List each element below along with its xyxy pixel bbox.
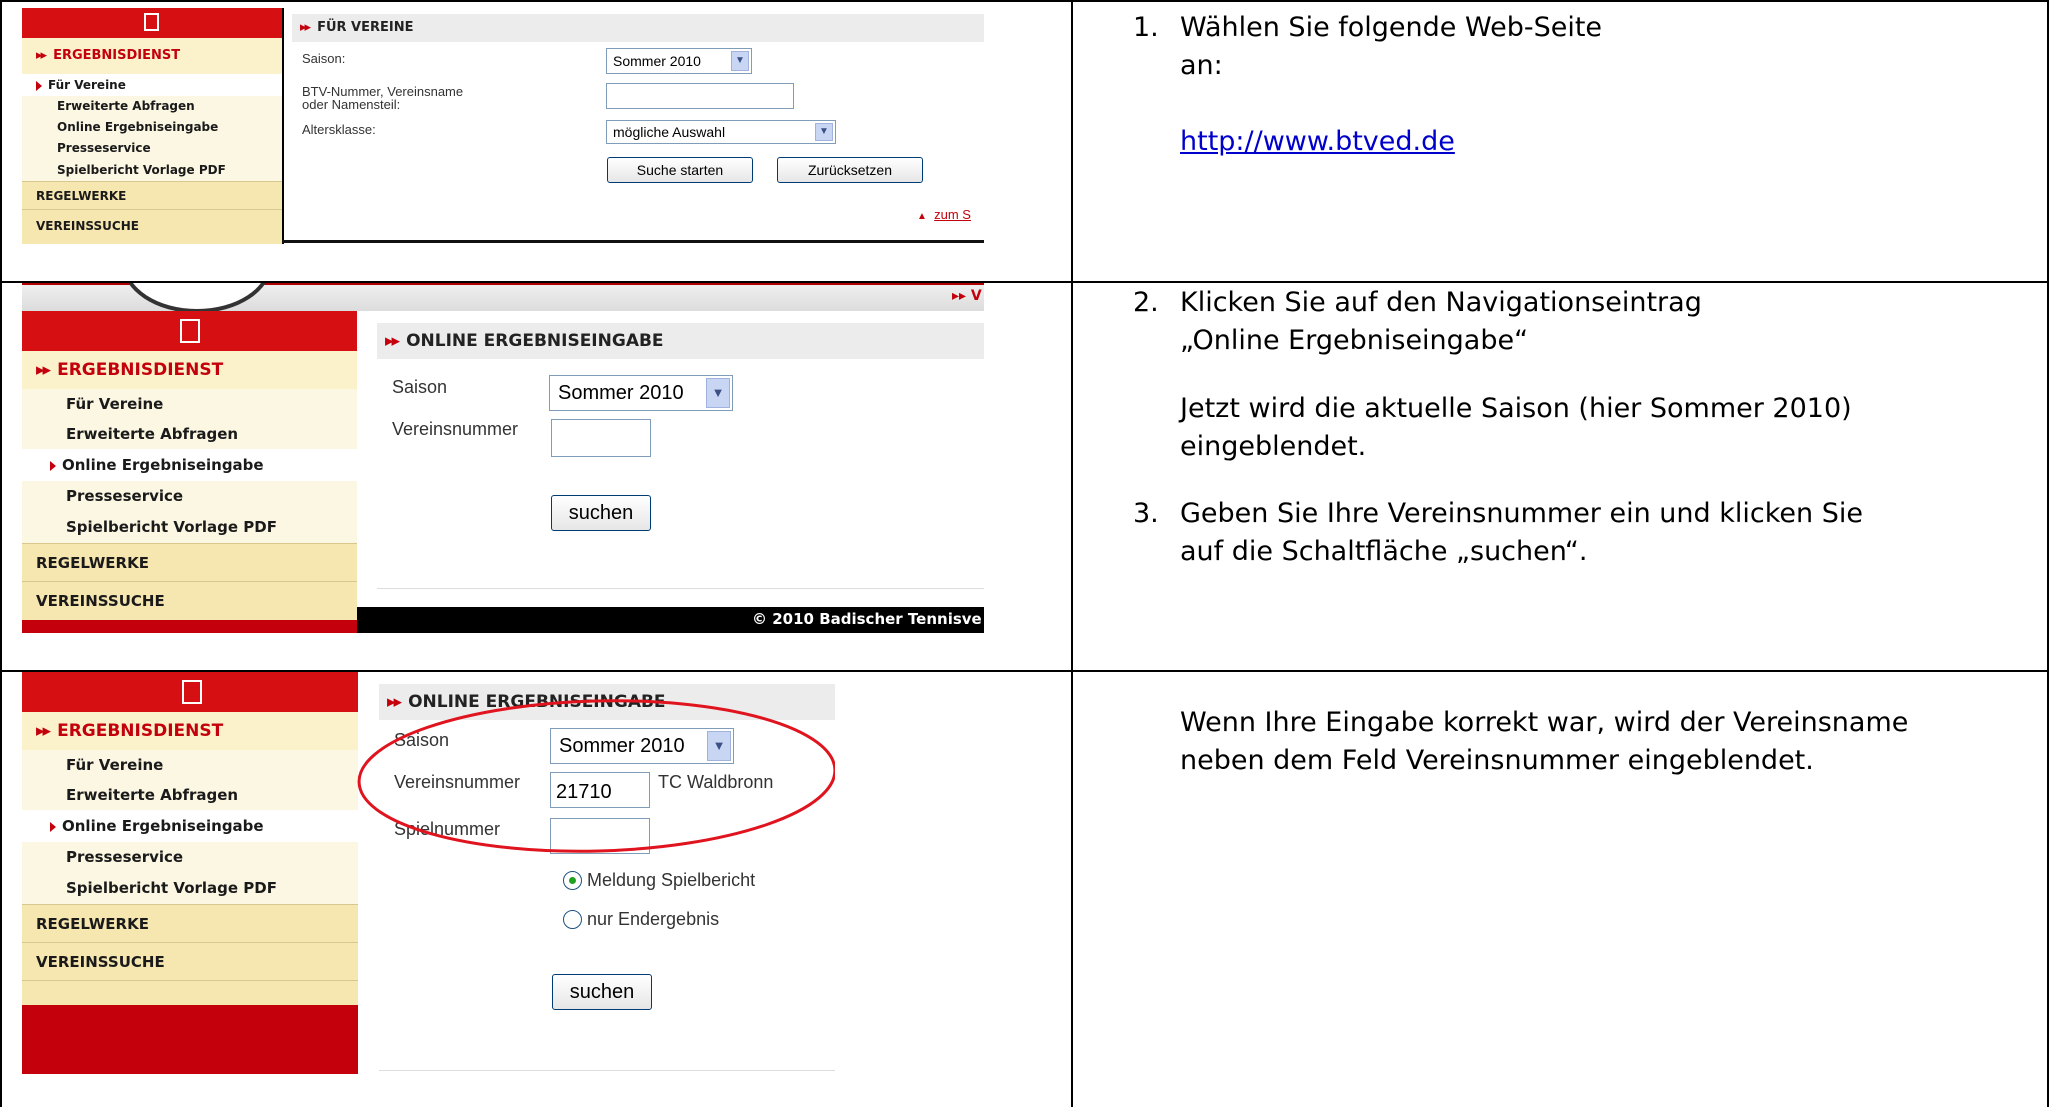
current-arrow-icon	[36, 80, 42, 91]
nav-item-presseservice[interactable]: Presseservice	[22, 481, 357, 511]
double-arrow-icon: ▸▸	[36, 48, 47, 63]
radio-meldung-spielbericht[interactable]	[563, 871, 582, 890]
altersklasse-label: Altersklasse:	[302, 122, 376, 137]
step-2-line1: Klicken Sie auf den Navigationseintrag	[1180, 287, 1702, 318]
print-bar	[22, 311, 357, 351]
btv-search-input[interactable]	[606, 83, 794, 109]
nav-item-spielbericht-vorlage[interactable]: Spielbericht Vorlage PDF	[22, 159, 282, 181]
step-3-line1: Geben Sie Ihre Vereinsnummer ein und kli…	[1180, 498, 1863, 529]
content-frame-left	[282, 8, 284, 244]
nav-item-online-ergebniseingabe[interactable]: Online Ergebniseingabe	[22, 810, 358, 842]
nav-item-online-ergebniseingabe[interactable]: Online Ergebniseingabe	[22, 117, 282, 138]
form-title: ▸▸ FÜR VEREINE	[292, 14, 984, 42]
saison-select[interactable]: Sommer 2010 ▼	[606, 48, 752, 74]
sidebar-nav: ▸▸ ERGEBNISDIENST Für Vereine Erweiterte …	[22, 311, 357, 633]
suchen-button[interactable]: suchen	[552, 974, 652, 1010]
screenshot-online-ergebniseingabe: ▸▸ V ▸▸ ERGEBNISDIENST Für Vereine Erweit…	[22, 283, 984, 633]
step-2-line3: Jetzt wird die aktuelle Saison (hier Som…	[1180, 393, 1852, 424]
nav-item-erweiterte-abfragen[interactable]: Erweiterte Abfragen	[22, 780, 358, 810]
step-1-line2: an:	[1180, 50, 1223, 81]
sidebar-nav: ▸▸ ERGEBNISDIENST Für Vereine Erweiterte …	[22, 8, 282, 244]
nav-header-ergebnisdienst[interactable]: ▸▸ ERGEBNISDIENST	[22, 712, 358, 750]
current-arrow-icon	[50, 460, 56, 471]
step-2: 2. Klicken Sie auf den Navigationseintra…	[1133, 284, 2033, 484]
table-border-left	[0, 0, 2, 1107]
top-right-nav-link[interactable]: ▸▸ V	[952, 288, 982, 304]
nav-section-regelwerke[interactable]: REGELWERKE	[22, 904, 358, 943]
vereinsnummer-input[interactable]	[551, 419, 651, 457]
up-arrow-icon: ▲	[917, 211, 927, 222]
nav-item-fuer-vereine[interactable]: Für Vereine	[22, 389, 357, 419]
print-bar	[22, 8, 282, 38]
radio-meldung-label: Meldung Spielbericht	[587, 870, 756, 890]
table-border-top	[0, 0, 2049, 2]
step-4-line1: Wenn Ihre Eingabe korrekt war, wird der …	[1180, 707, 1909, 738]
saison-select[interactable]: Sommer 2010 ▼	[549, 375, 733, 411]
suche-starten-button[interactable]: Suche starten	[607, 157, 753, 183]
highlight-ellipse	[357, 699, 835, 853]
radio-nur-endergebnis[interactable]	[563, 910, 582, 929]
chevron-down-icon[interactable]: ▼	[731, 51, 749, 71]
step-1-number: 1.	[1133, 12, 1159, 43]
screenshot-vereinsname-ergebnis: ▸▸ ERGEBNISDIENST Für Vereine Erweiterte …	[22, 672, 835, 1074]
step-2-number: 2.	[1133, 287, 1159, 318]
step-1: 1. Wählen Sie folgende Web-Seite an: htt…	[1133, 9, 2033, 157]
nav-item-erweiterte-abfragen[interactable]: Erweiterte Abfragen	[22, 96, 282, 117]
footer-copyright: © 2010 Badischer Tennisve	[752, 610, 982, 628]
current-arrow-icon	[50, 821, 56, 832]
altersklasse-select[interactable]: mögliche Auswahl ▼	[606, 120, 836, 144]
nav-section-vereinssuche[interactable]: VEREINSSUCHE	[22, 581, 357, 620]
nav-item-erweiterte-abfragen[interactable]: Erweiterte Abfragen	[22, 419, 357, 449]
print-bar	[22, 672, 358, 712]
nav-item-presseservice[interactable]: Presseservice	[22, 138, 282, 159]
form-title: ▸▸ ONLINE ERGEBNISEINGABE	[377, 323, 984, 359]
content-divider	[379, 1070, 835, 1071]
nav-item-fuer-vereine[interactable]: Für Vereine	[22, 750, 358, 780]
step-4-note: Wenn Ihre Eingabe korrekt war, wird der …	[1133, 704, 2033, 794]
nav-item-spielbericht-vorlage[interactable]: Spielbericht Vorlage PDF	[22, 511, 357, 543]
step-2-line4: eingeblendet.	[1180, 431, 1367, 462]
print-icon[interactable]	[180, 319, 200, 343]
chevron-down-icon[interactable]: ▼	[815, 123, 833, 141]
nav-header-ergebnisdienst[interactable]: ▸▸ ERGEBNISDIENST	[22, 38, 282, 74]
back-to-top-link[interactable]: ▲ zum S	[917, 207, 971, 222]
nav-header-ergebnisdienst[interactable]: ▸▸ ERGEBNISDIENST	[22, 351, 357, 389]
nav-section-regelwerke[interactable]: REGELWERKE	[22, 181, 282, 210]
step-3: 3. Geben Sie Ihre Vereinsnummer ein und …	[1133, 495, 2033, 585]
saison-label: Saison:	[302, 51, 346, 66]
nav-item-online-ergebniseingabe[interactable]: Online Ergebniseingabe	[22, 449, 357, 481]
content-divider	[377, 588, 984, 589]
screenshot-fuer-vereine: ▸▸ ERGEBNISDIENST Für Vereine Erweiterte …	[22, 8, 984, 244]
suchen-button[interactable]: suchen	[551, 495, 651, 531]
saison-label: Saison	[392, 377, 448, 397]
nav-empty-row	[22, 980, 358, 1005]
vereinsnummer-label: Vereinsnummer	[392, 419, 519, 439]
double-arrow-icon: ▸▸	[36, 721, 51, 741]
nav-section-regelwerke[interactable]: REGELWERKE	[22, 543, 357, 582]
step-2-line2: „Online Ergebniseingabe“	[1180, 325, 1529, 356]
sidebar-nav: ▸▸ ERGEBNISDIENST Für Vereine Erweiterte …	[22, 672, 358, 1074]
nav-section-vereinssuche[interactable]: VEREINSSUCHE	[22, 209, 282, 244]
step-1-line1: Wählen Sie folgende Web-Seite	[1180, 12, 1603, 43]
step-3-line2: auf die Schaltfläche „suchen“.	[1180, 536, 1588, 567]
btved-link[interactable]: http://www.btved.de	[1180, 123, 1455, 161]
print-icon[interactable]	[144, 13, 159, 31]
table-column-divider	[1071, 0, 1073, 1107]
content-frame-bottom	[282, 240, 984, 243]
btv-label-line2: oder Namensteil:	[302, 97, 401, 112]
radio-selected-dot	[569, 877, 576, 884]
print-icon[interactable]	[182, 680, 202, 704]
nav-item-fuer-vereine[interactable]: Für Vereine	[22, 74, 282, 96]
chevron-down-icon[interactable]: ▼	[706, 378, 730, 408]
double-arrow-icon: ▸▸	[36, 360, 51, 380]
radio-endergebnis-label: nur Endergebnis	[587, 909, 720, 929]
step-4-line2: neben dem Feld Vereinsnummer eingeblende…	[1180, 745, 1814, 776]
zuruecksetzen-button[interactable]: Zurücksetzen	[777, 157, 923, 183]
nav-section-vereinssuche[interactable]: VEREINSSUCHE	[22, 942, 358, 981]
step-3-number: 3.	[1133, 498, 1159, 529]
nav-item-spielbericht-vorlage[interactable]: Spielbericht Vorlage PDF	[22, 872, 358, 904]
nav-item-presseservice[interactable]: Presseservice	[22, 842, 358, 872]
